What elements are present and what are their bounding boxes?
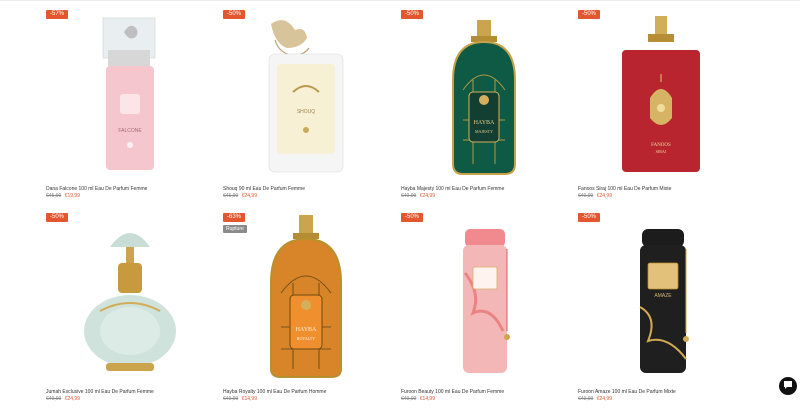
product-price: €49,99 €24,99 [578,396,612,402]
fanoos-label: FANOOS [651,143,671,148]
product-image[interactable]: SHOUQ [223,10,383,188]
product-title[interactable]: Fanoos Siraj 100 ml Eau De Parfum Mixte [578,186,748,192]
product-title[interactable]: Dana Falcone 100 ml Eau De Parfum Femme [46,186,216,192]
product-image[interactable]: HAYBA MAJESTY [401,10,561,188]
chat-button[interactable] [779,377,797,395]
hayba-majesty-label: HAYBA [474,120,495,126]
product-image[interactable]: FALCONE [46,10,206,188]
hayba-royalty-sub-label: ROYALTY [297,336,315,341]
furoon-amaze-label: AMAZE [654,293,672,299]
product-price: €49,99 €24,99 [401,193,435,199]
dana-falcone-label: FALCONE [118,128,142,134]
hayba-royalty-label: HAYBA [296,327,317,333]
product-title[interactable]: Hayba Royalty 100 ml Eau De Parfum Homme [223,389,393,395]
product-price: €49,99 €14,99 [223,396,257,402]
product-image[interactable] [401,213,561,391]
product-card-fanoos-siraj[interactable]: FANOOS SIRAJ -50% Fanoos Siraj 100 ml Ea… [578,10,738,210]
product-price: €49,99 €24,99 [46,396,80,402]
product-grid: FALCONE -57% Dana Falcone 100 ml Eau De … [0,0,800,402]
discount-badge: -50% [578,213,601,222]
product-card-hayba-royalty[interactable]: HAYBA ROYALTY -63% Rupture Hayba Royalty… [223,213,383,413]
hayba-majesty-sub-label: MAJESTY [475,129,493,134]
product-price: €49,99 €14,99 [401,396,435,402]
discount-badge: -50% [46,213,69,222]
sale-price: €24,99 [64,396,80,402]
old-price: €45,99 [223,193,239,199]
product-title[interactable]: Hayba Majesty 100 ml Eau De Parfum Femme [401,186,571,192]
product-card-shouq[interactable]: SHOUQ -50% Shouq 90 ml Eau De Parfum Fem… [223,10,383,210]
product-title[interactable]: Furoon Beauty 100 ml Eau De Parfum Femme [401,389,571,395]
sale-price: €24,99 [596,193,612,199]
discount-badge: -50% [578,10,601,19]
product-title[interactable]: Shouq 90 ml Eau De Parfum Femme [223,186,393,192]
product-image[interactable]: FANOOS SIRAJ [578,10,738,188]
stock-badge: Rupture [223,225,247,233]
discount-badge: -50% [223,10,246,19]
old-price: €49,99 [401,396,417,402]
product-image[interactable]: AMAZE [578,213,738,391]
old-price: €49,99 [578,193,594,199]
product-card-hayba-majesty[interactable]: HAYBA MAJESTY -50% Hayba Majesty 100 ml … [401,10,561,210]
product-image[interactable]: HAYBA ROYALTY [223,213,383,391]
product-price: €45,99 €19,99 [46,193,80,199]
sale-price: €24,99 [419,193,435,199]
product-price: €45,99 €24,99 [223,193,257,199]
sale-price: €24,99 [241,193,257,199]
product-card-furoon-beauty[interactable]: -50% Furoon Beauty 100 ml Eau De Parfum … [401,213,561,413]
old-price: €49,99 [401,193,417,199]
product-card-furoon-amaze[interactable]: AMAZE -50% Furoon Amaze 100 ml Eau De Pa… [578,213,738,413]
old-price: €49,99 [223,396,239,402]
old-price: €45,99 [46,193,62,199]
discount-badge: -50% [401,10,424,19]
product-image[interactable] [46,213,206,391]
fanoos-sub-label: SIRAJ [656,149,667,154]
discount-badge: -50% [401,213,424,222]
sale-price: €19,99 [64,193,80,199]
sale-price: €14,99 [419,396,435,402]
product-card-dana-falcone[interactable]: FALCONE -57% Dana Falcone 100 ml Eau De … [46,10,206,210]
sale-price: €24,99 [596,396,612,402]
chat-bubble-icon [783,377,793,395]
product-price: €49,99 €24,99 [578,193,612,199]
discount-badge: -63% [223,213,246,222]
sale-price: €14,99 [241,396,257,402]
product-title[interactable]: Jumah Exclusive 100 ml Eau De Parfum Fem… [46,389,216,395]
product-title[interactable]: Furoon Amaze 100 ml Eau De Parfum Mixte [578,389,748,395]
old-price: €49,99 [46,396,62,402]
old-price: €49,99 [578,396,594,402]
product-card-jumah-exclusive[interactable]: -50% Jumah Exclusive 100 ml Eau De Parfu… [46,213,206,413]
shouq-label: SHOUQ [297,109,315,115]
discount-badge: -57% [46,10,69,19]
